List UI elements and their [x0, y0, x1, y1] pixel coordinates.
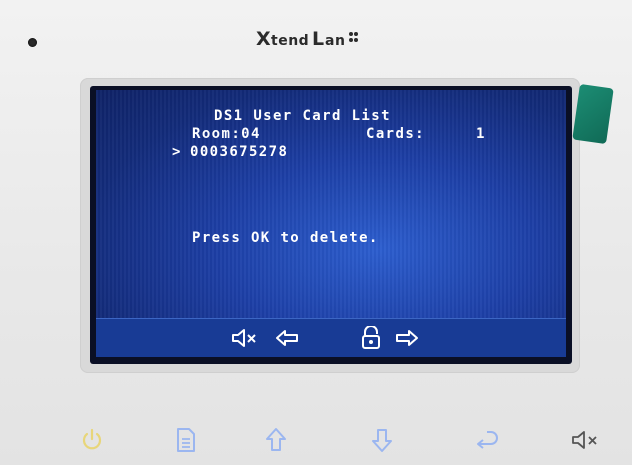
svg-text:L: L [312, 28, 325, 50]
brand-logo: X tend L an [256, 26, 416, 50]
lcd-screen: DS1 User Card List Room:04 Cards: 1 > 00… [96, 90, 566, 318]
arrow-down-icon[interactable] [362, 420, 402, 460]
unlock-icon[interactable] [358, 326, 384, 349]
intercom-device: X tend L an DS1 User Card List Room:04 C… [0, 0, 632, 465]
document-icon[interactable] [166, 420, 206, 460]
mute-icon[interactable] [566, 420, 606, 460]
power-icon[interactable] [72, 420, 112, 460]
softkey-bar [96, 318, 566, 357]
svg-text:an: an [325, 33, 345, 49]
screen-title: DS1 User Card List [214, 108, 391, 124]
svg-text:X: X [256, 28, 271, 50]
selector-caret: > [172, 144, 182, 160]
arrow-right-icon[interactable] [394, 327, 420, 349]
delete-prompt: Press OK to delete. [192, 230, 379, 246]
card-number-item[interactable]: 0003675278 [190, 144, 288, 160]
svg-text:tend: tend [271, 33, 309, 49]
room-label: Room:04 [192, 126, 261, 142]
cards-label: Cards: [366, 126, 425, 142]
hardware-button-row [0, 420, 632, 460]
protective-film-tab [572, 83, 614, 145]
cards-count: 1 [476, 126, 486, 142]
return-icon[interactable] [466, 420, 506, 460]
mute-icon[interactable] [230, 327, 260, 349]
arrow-up-icon[interactable] [256, 420, 296, 460]
arrow-left-icon[interactable] [274, 327, 300, 349]
camera-lens [28, 38, 37, 47]
